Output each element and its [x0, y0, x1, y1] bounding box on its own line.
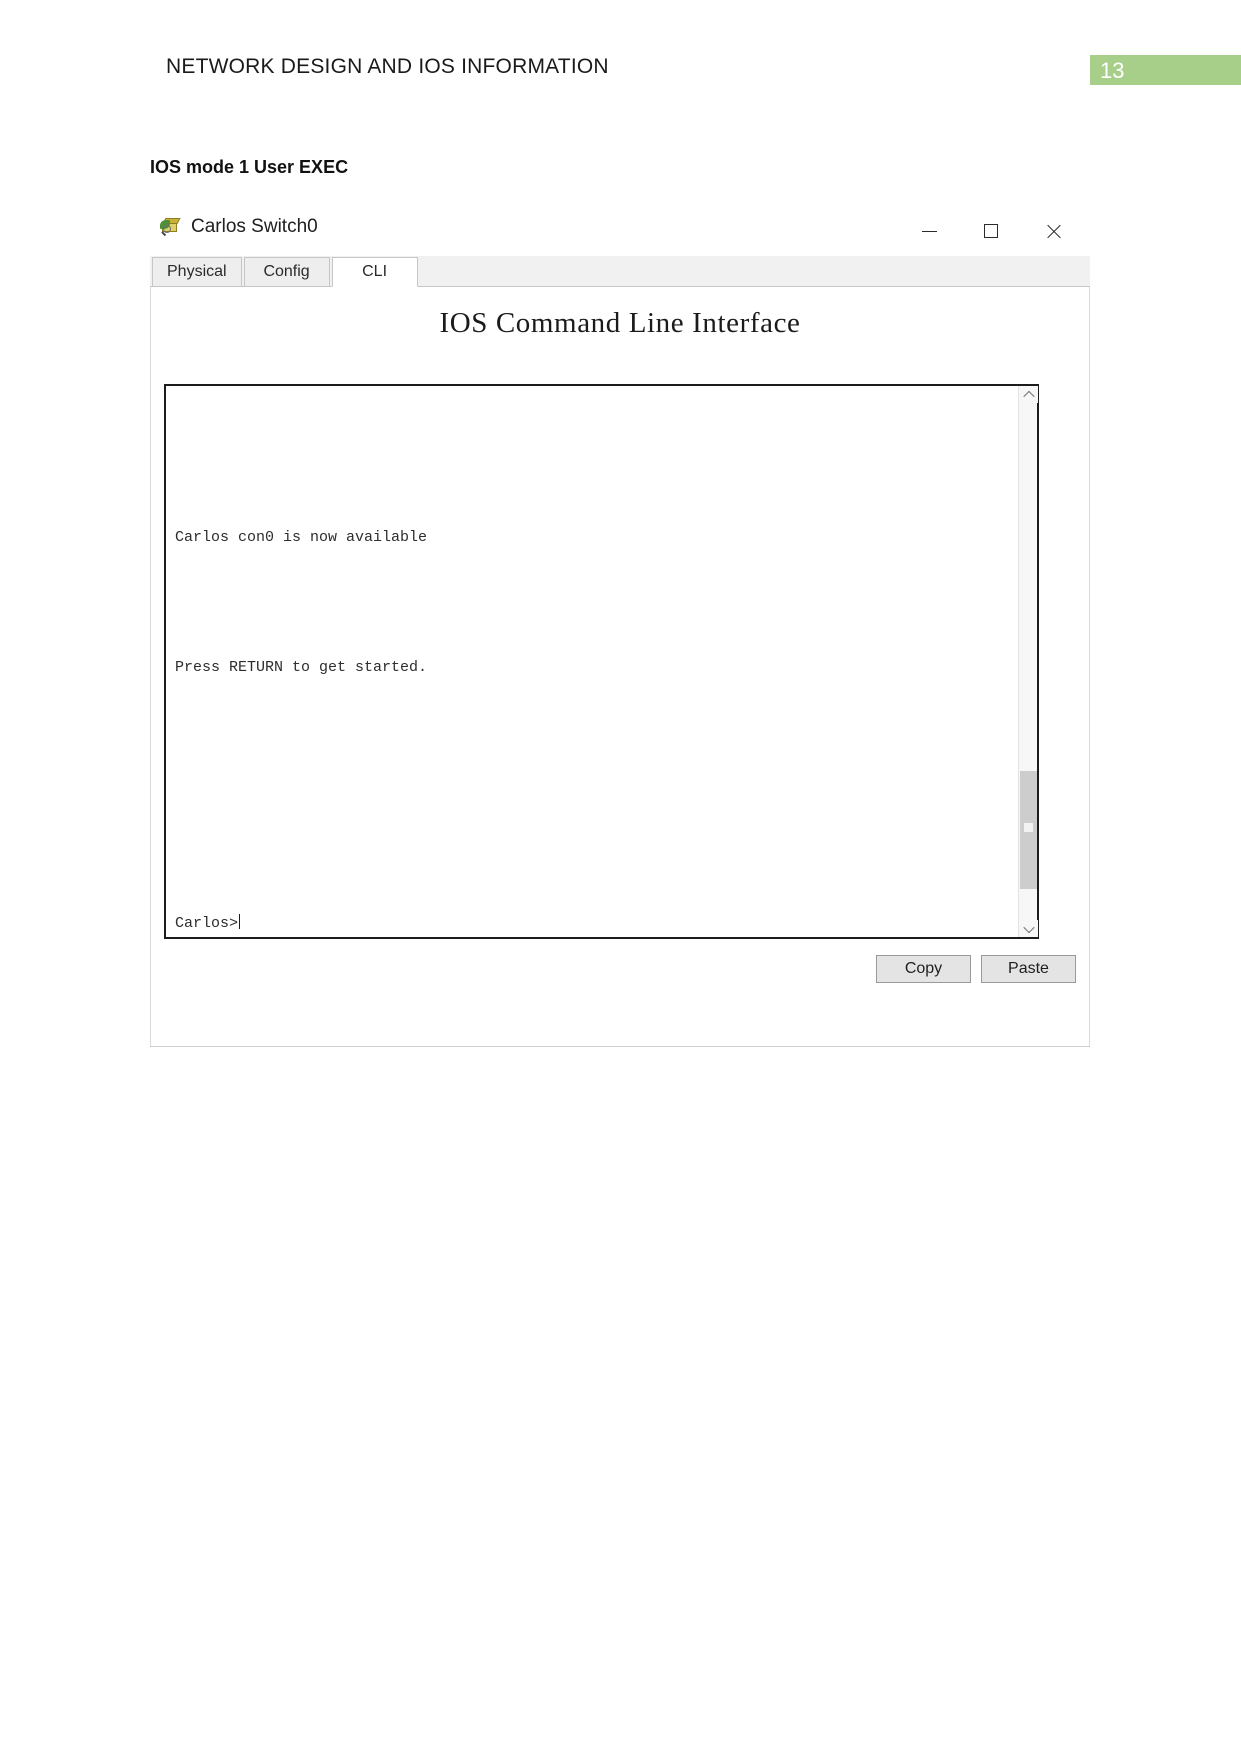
section-heading: IOS mode 1 User EXEC — [150, 157, 349, 177]
tab-config[interactable]: Config — [243, 257, 330, 286]
text-cursor — [239, 914, 241, 929]
tab-cli-label: CLI — [362, 263, 388, 280]
window-titlebar: Carlos Switch0 — [150, 208, 1090, 256]
maximize-button[interactable] — [960, 212, 1022, 250]
terminal-line-available: Carlos con0 is now available — [175, 529, 428, 546]
tab-config-label: Config — [263, 263, 310, 280]
cli-panel: IOS Command Line Interface Carlos con0 i… — [150, 287, 1090, 1047]
terminal-area: Carlos con0 is now available Press RETUR… — [164, 384, 1039, 939]
maximize-icon — [984, 224, 998, 238]
chevron-down-icon — [1022, 921, 1035, 933]
scrollbar-grip — [1024, 823, 1033, 832]
window-title: Carlos Switch0 — [191, 216, 318, 237]
tab-strip: Physical Config CLI — [150, 256, 1090, 287]
cli-heading: IOS Command Line Interface — [439, 307, 801, 339]
scroll-up-button[interactable] — [1019, 386, 1038, 403]
paste-button[interactable]: Paste — [981, 955, 1076, 983]
window-bottom-divider — [150, 1046, 1090, 1047]
page-number: 13 — [1100, 58, 1125, 83]
scroll-down-button[interactable] — [1019, 920, 1038, 937]
window-controls — [898, 212, 1084, 250]
terminal-line-press-return: Press RETURN to get started. — [175, 659, 428, 676]
packet-tracer-window: Carlos Switch0 Physical Config CLI IOS C… — [150, 208, 1090, 1048]
terminal-prompt-text: Carlos> — [175, 915, 239, 932]
packet-tracer-device-icon — [160, 217, 182, 237]
terminal-output[interactable]: Carlos con0 is now available Press RETUR… — [166, 386, 1018, 937]
copy-button[interactable]: Copy — [876, 955, 971, 983]
cli-action-buttons: Copy Paste — [876, 955, 1076, 983]
close-icon — [1045, 223, 1062, 240]
tab-cli[interactable]: CLI — [331, 257, 418, 287]
tab-physical-label: Physical — [167, 263, 227, 280]
window-title-group: Carlos Switch0 — [160, 216, 318, 238]
close-button[interactable] — [1022, 212, 1084, 250]
minimize-button[interactable] — [898, 212, 960, 250]
document-header: NETWORK DESIGN AND IOS INFORMATION 13 — [0, 0, 1241, 110]
tab-physical[interactable]: Physical — [152, 257, 242, 286]
terminal-prompt-line: Carlos> — [175, 914, 241, 932]
terminal-scrollbar[interactable] — [1018, 386, 1038, 937]
minimize-icon — [921, 230, 937, 232]
chevron-up-icon — [1022, 390, 1035, 402]
scrollbar-thumb[interactable] — [1020, 771, 1037, 889]
document-header-title: NETWORK DESIGN AND IOS INFORMATION — [166, 55, 609, 78]
